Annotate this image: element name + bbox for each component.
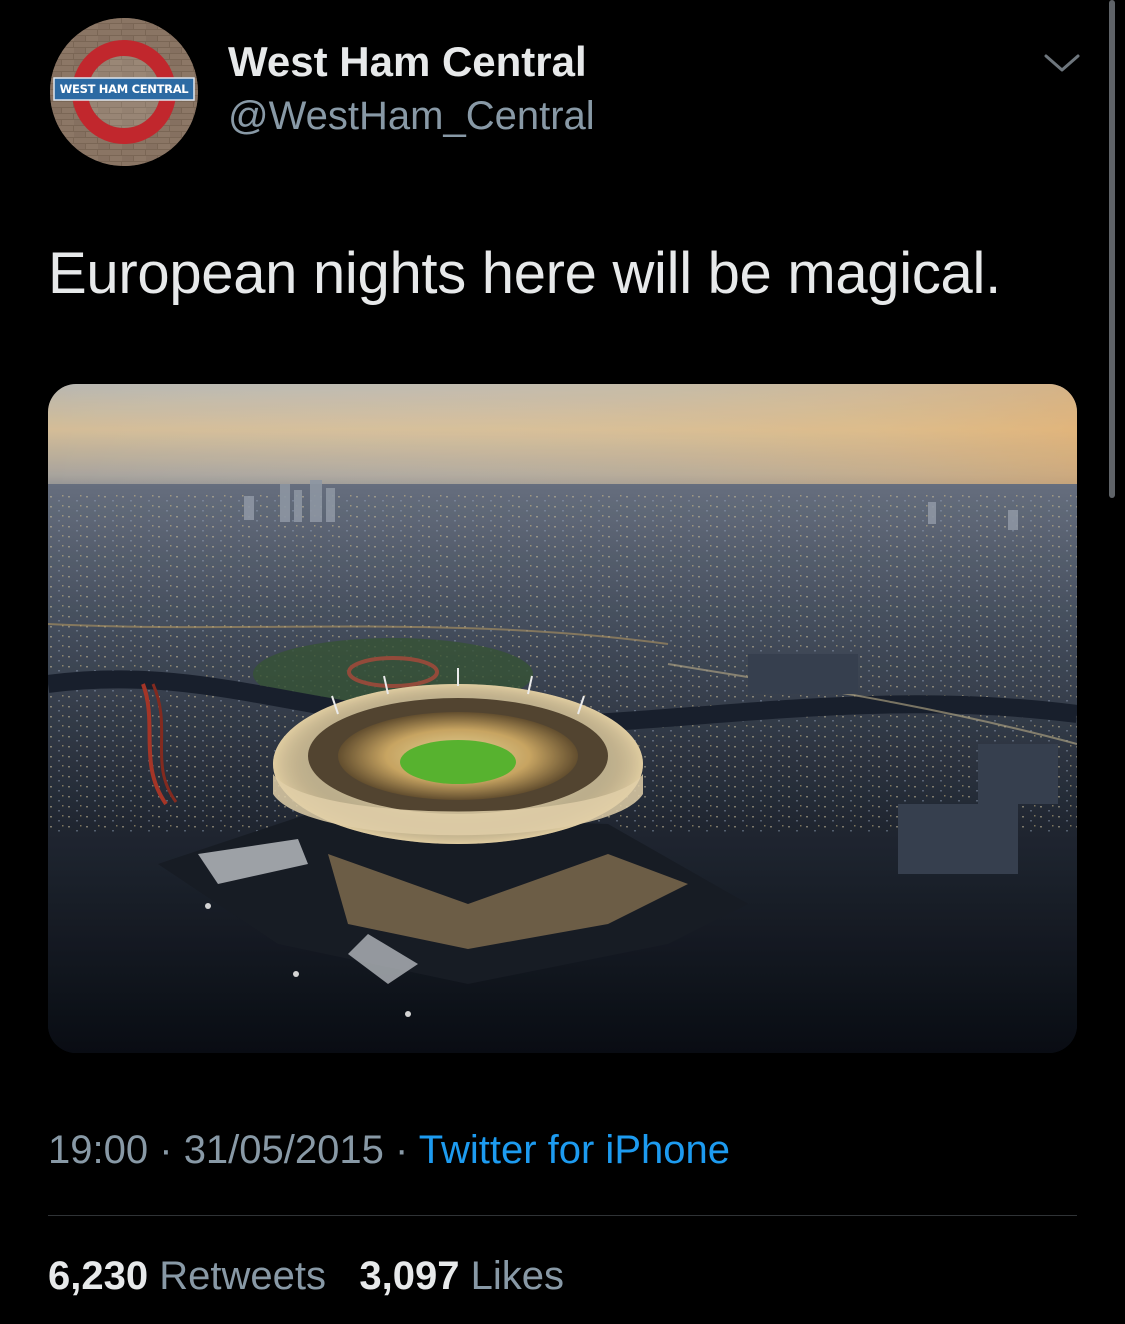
tweet-time[interactable]: 19:00: [48, 1128, 148, 1172]
stadium-aerial-photo: [48, 384, 1077, 1053]
tweet-text: European nights here will be magical.: [48, 241, 1001, 306]
avatar[interactable]: WEST HAM CENTRAL: [50, 18, 198, 166]
retweets-count: 6,230: [48, 1254, 149, 1298]
display-name[interactable]: West Ham Central: [228, 38, 587, 86]
scrollbar[interactable]: [1109, 0, 1115, 498]
tweet-date[interactable]: 31/05/2015: [184, 1128, 384, 1172]
tweet-meta: 19:00 · 31/05/2015 · Twitter for iPhone: [48, 1128, 730, 1173]
likes-stat[interactable]: 3,097 Likes: [359, 1254, 564, 1298]
tweet-stats: 6,230 Retweets 3,097 Likes: [48, 1254, 564, 1299]
retweets-label: Retweets: [159, 1254, 326, 1298]
tweet-detail: WEST HAM CENTRAL West Ham Central @WestH…: [0, 0, 1125, 1324]
likes-count: 3,097: [359, 1254, 460, 1298]
meta-separator: ·: [159, 1128, 173, 1172]
likes-label: Likes: [470, 1254, 564, 1298]
avatar-logo-text: WEST HAM CENTRAL: [59, 82, 189, 96]
retweets-stat[interactable]: 6,230 Retweets: [48, 1254, 337, 1298]
tweet-media-image[interactable]: [48, 384, 1077, 1053]
user-handle[interactable]: @WestHam_Central: [228, 94, 595, 139]
meta-separator: ·: [395, 1128, 409, 1172]
tweet-source-link[interactable]: Twitter for iPhone: [419, 1128, 730, 1172]
chevron-down-icon[interactable]: [1040, 48, 1084, 78]
divider: [48, 1215, 1077, 1216]
